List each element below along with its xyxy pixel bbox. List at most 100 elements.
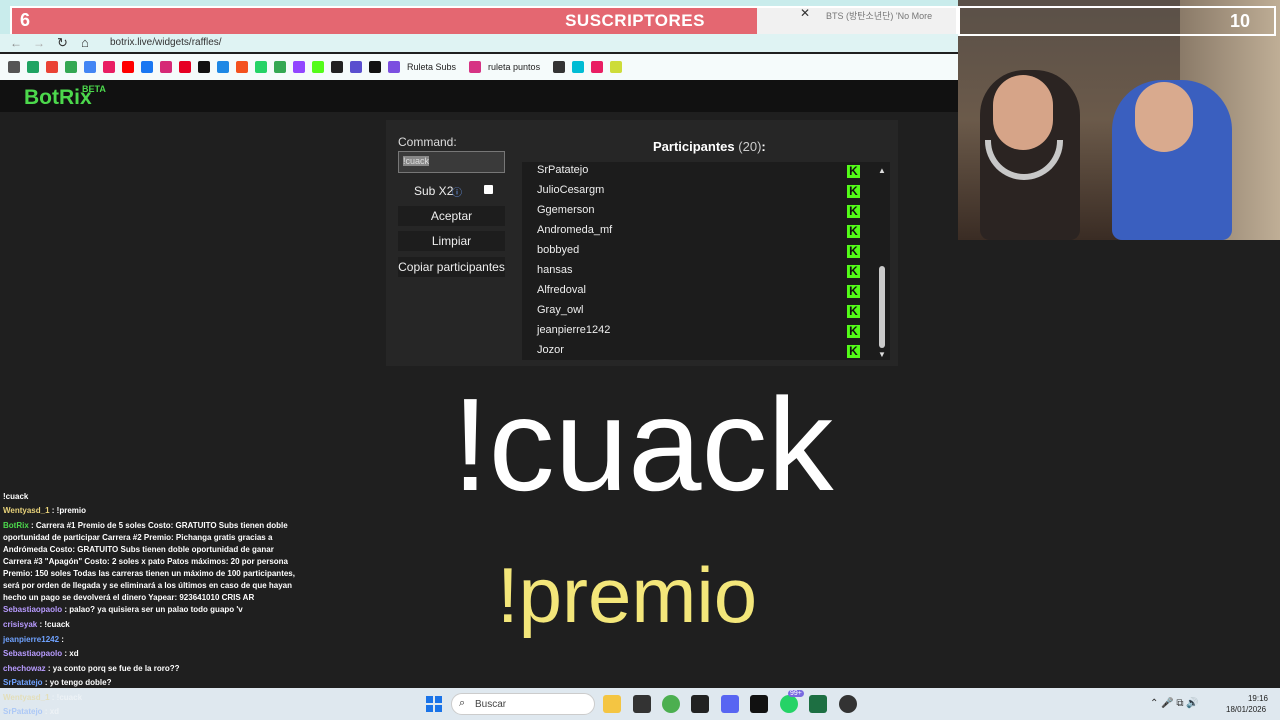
bookmark-icon[interactable] <box>610 61 623 73</box>
chat-message: BotRix : Carrera #1 Premio de 5 soles Co… <box>3 520 298 604</box>
maps-icon[interactable] <box>274 61 286 73</box>
bookmark-icon[interactable] <box>572 61 585 73</box>
participant-name: hansas <box>537 264 573 276</box>
chat-message: crisisyak : !cuack <box>3 619 298 631</box>
pinterest-icon[interactable] <box>179 61 191 73</box>
chat-text: : <box>61 635 64 644</box>
apps-grid-icon[interactable] <box>8 61 20 73</box>
bookmark-icon[interactable] <box>217 61 229 73</box>
clock-time[interactable]: 19:16 <box>1244 694 1268 703</box>
streamer-right-face <box>1135 82 1193 152</box>
participant-name: Ggemerson <box>537 204 595 216</box>
system-tray[interactable]: ⌃ 🎤 ⧉ 🔊 <box>1150 698 1199 709</box>
clear-button[interactable]: Limpiar <box>398 231 505 251</box>
kick-icon[interactable] <box>312 61 324 73</box>
participant-name: JulioCesargm <box>537 184 605 196</box>
kick-icon: K <box>847 205 860 218</box>
chat-username: jeanpierre1242 <box>3 635 60 644</box>
chat-message: !cuack <box>3 491 298 503</box>
command-label: Command: <box>398 135 457 149</box>
tiktok-icon[interactable] <box>198 61 210 73</box>
sub-x2-label: Sub X2 <box>414 184 454 198</box>
discord-icon[interactable] <box>721 695 739 713</box>
participants-colon: : <box>761 139 766 154</box>
ruleta-subs-icon[interactable] <box>388 61 400 73</box>
chat-text: : xd <box>64 649 79 658</box>
accept-button[interactable]: Aceptar <box>398 206 505 226</box>
participant-name: Alfredoval <box>537 284 586 296</box>
chat-message: SrPatatejo : xd <box>3 706 298 718</box>
ruleta-puntos-icon[interactable] <box>469 61 482 73</box>
command-input[interactable]: !cuack <box>398 151 505 173</box>
download-icon[interactable] <box>350 61 362 73</box>
calendar-icon[interactable] <box>84 61 96 73</box>
chat-username: SrPatatejo <box>3 678 43 687</box>
url-field[interactable]: botrix.live/widgets/raffles/ <box>110 37 222 48</box>
excel-icon[interactable] <box>809 695 827 713</box>
bookmark-ruleta-subs[interactable]: Ruleta Subs <box>407 62 456 72</box>
drive-icon[interactable] <box>27 61 39 73</box>
participants-scrollbar[interactable] <box>879 266 885 348</box>
notion-icon[interactable] <box>750 695 768 713</box>
sub-goal-label: SUSCRIPTORES <box>565 11 705 30</box>
chat-text: : !premio <box>51 506 87 515</box>
participants-title: Participantes (20): <box>653 139 766 154</box>
bookmark-icon[interactable] <box>369 61 381 73</box>
bookmark-icon[interactable] <box>331 61 343 73</box>
home-icon[interactable]: ⌂ <box>81 35 89 50</box>
facebook-icon[interactable] <box>141 61 153 73</box>
whatsapp-icon[interactable] <box>255 61 267 73</box>
chat-text: : palao? ya quisiera ser un palao todo g… <box>64 605 243 614</box>
participant-name: bobbyed <box>537 244 580 256</box>
youtube-icon[interactable] <box>122 61 134 73</box>
bookmark-icon[interactable] <box>553 61 566 73</box>
bookmark-icon[interactable] <box>103 61 115 73</box>
taskbar-search-placeholder: Buscar <box>475 699 507 710</box>
photos-icon[interactable] <box>65 61 77 73</box>
windows-start-icon[interactable] <box>426 696 442 712</box>
bookmark-ruleta-puntos[interactable]: ruleta puntos <box>488 62 540 72</box>
bookmark-icon[interactable] <box>236 61 248 73</box>
close-tab-icon[interactable]: ✕ <box>800 6 810 20</box>
chat-username: Sebastiaopaolo <box>3 649 63 658</box>
streamer-left-face <box>993 75 1053 150</box>
chat-message: Sebastiaopaolo : xd <box>3 648 298 660</box>
copy-participants-button[interactable]: Copiar participantes <box>398 257 505 277</box>
media-tab[interactable]: BTS (방탄소년단) 'No More <box>826 9 954 22</box>
sub-x2-checkbox[interactable] <box>484 185 493 194</box>
obs-icon[interactable] <box>839 695 857 713</box>
goal-bar-frame <box>958 6 1276 36</box>
whatsapp-icon[interactable] <box>780 695 798 713</box>
twitch-icon[interactable] <box>293 61 305 73</box>
kick-icon: K <box>847 245 860 258</box>
chatgpt-icon[interactable] <box>633 695 651 713</box>
kick-icon: K <box>847 345 860 358</box>
chat-username: crisisyak <box>3 620 38 629</box>
chrome-icon[interactable] <box>662 695 680 713</box>
chat-text: : !cuack <box>39 620 70 629</box>
info-icon[interactable]: ⓘ <box>452 184 462 199</box>
scroll-up-arrow-icon[interactable]: ▲ <box>878 166 886 175</box>
kick-icon: K <box>847 305 860 318</box>
overlay-cuack-command: !cuack <box>452 371 834 518</box>
clock-date[interactable]: 18/01/2026 <box>1226 705 1266 714</box>
taskbar-search[interactable] <box>451 693 595 715</box>
gmail-icon[interactable] <box>46 61 58 73</box>
instagram-icon[interactable] <box>160 61 172 73</box>
participants-title-text: Participantes <box>653 139 735 154</box>
chat-message: Sebastiaopaolo : palao? ya quisiera ser … <box>3 604 298 616</box>
chat-username: Wentyasd_1 <box>3 506 50 515</box>
capcut-icon[interactable] <box>691 695 709 713</box>
chat-text: !cuack <box>3 492 29 501</box>
bookmark-icon[interactable] <box>591 61 604 73</box>
participant-name: jeanpierre1242 <box>537 324 611 336</box>
forward-arrow-icon[interactable]: → <box>33 36 45 50</box>
kick-icon: K <box>847 325 860 338</box>
file-explorer-icon[interactable] <box>603 695 621 713</box>
back-arrow-icon[interactable]: ← <box>10 36 22 50</box>
search-icon: ⌕ <box>459 697 466 709</box>
beta-badge: BETA <box>82 84 106 94</box>
chat-text: : xd <box>44 707 60 716</box>
scroll-down-arrow-icon[interactable]: ▼ <box>878 350 886 359</box>
reload-icon[interactable]: ↻ <box>57 35 68 51</box>
